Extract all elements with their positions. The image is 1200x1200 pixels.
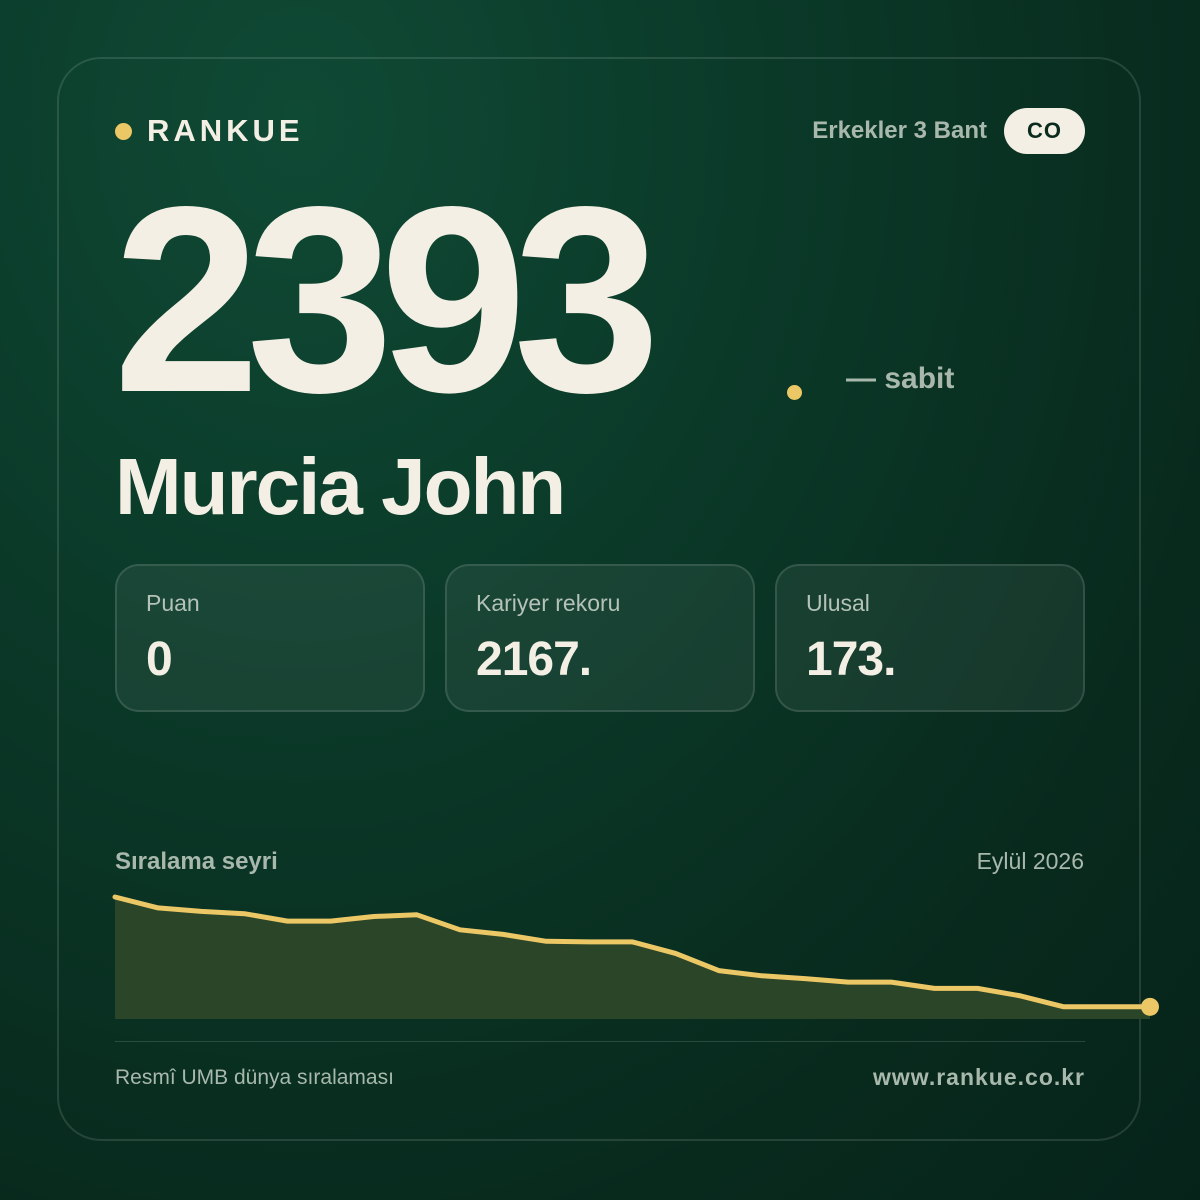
stat-value: 173. xyxy=(806,633,896,686)
stat-card-career-record: Kariyer rekoru 2167. xyxy=(445,564,755,712)
world-rank: 2393 xyxy=(113,152,661,448)
chart-title: Sıralama seyri xyxy=(115,848,278,875)
stat-card-points: Puan 0 xyxy=(115,564,425,712)
stat-card-national: Ulusal 173. xyxy=(775,564,1085,712)
footer-source: Resmî UMB dünya sıralaması xyxy=(115,1066,394,1089)
stats-row: Puan 0 Kariyer rekoru 2167. Ulusal 173. xyxy=(115,564,1085,712)
stat-label: Ulusal xyxy=(806,590,870,616)
footer-divider xyxy=(115,1041,1085,1042)
stat-label: Puan xyxy=(146,590,200,616)
division-label: Erkekler 3 Bant xyxy=(812,117,987,144)
footer-url: www.rankue.co.kr xyxy=(873,1064,1085,1090)
country-badge: CO xyxy=(1004,108,1085,154)
player-name: Murcia John xyxy=(115,442,566,531)
brand-dot-icon xyxy=(115,122,132,140)
stat-value: 0 xyxy=(146,633,173,686)
rank-trend: — sabit xyxy=(846,362,955,395)
chart-period: Eylül 2026 xyxy=(976,848,1084,874)
chart-latest-point xyxy=(1141,997,1159,1016)
rank-dot-icon xyxy=(787,385,802,400)
stat-label: Kariyer rekoru xyxy=(476,590,621,616)
stat-value: 2167. xyxy=(476,633,592,686)
brand-name: RANKUE xyxy=(147,113,304,148)
brand: RANKUE xyxy=(115,112,304,150)
